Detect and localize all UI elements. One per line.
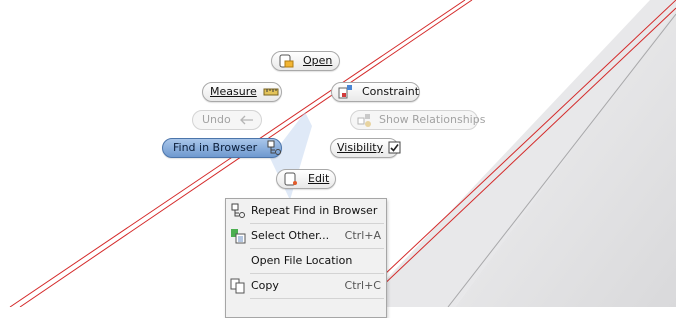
browser-find-icon [266,140,282,156]
open-file-icon [278,53,294,69]
open-label: Open [303,54,333,67]
relationships-icon [357,112,373,128]
constraint-label: Constraint [362,85,420,98]
menu-item-copy[interactable]: Copy Ctrl+C [226,274,386,298]
find-in-browser-label: Find in Browser [173,139,257,157]
menu-separator [250,298,384,299]
undo-arrow-icon [239,112,255,128]
menu-item-label: Select Other... [251,229,330,242]
context-menu: Repeat Find in Browser Select Other... C… [225,198,387,318]
menu-item-label: Repeat Find in Browser [251,204,378,217]
edit-label: Edit [308,172,330,185]
measure-button[interactable]: Measure [202,82,282,102]
ruler-icon [263,84,279,100]
constraint-button[interactable]: Constraint [331,82,420,102]
browser-find-icon [230,203,246,219]
find-in-browser-button[interactable]: Find in Browser [162,138,282,158]
open-button[interactable]: Open [271,51,340,71]
find-in-browser-text: Find in Browser [173,141,258,154]
checkbox-icon [388,140,402,156]
visibility-button[interactable]: Visibility [330,138,402,158]
edit-icon [283,171,299,187]
menu-item-shortcut: Ctrl+A [344,229,381,242]
menu-item-repeat-find-in-browser[interactable]: Repeat Find in Browser [226,199,386,223]
show-relationships-label: Show Relationships [379,113,486,126]
menu-item-label: Copy [251,279,279,292]
copy-icon [230,278,246,294]
edit-button[interactable]: Edit [276,169,336,189]
constraint-icon [338,84,354,100]
visibility-label: Visibility [337,141,384,154]
select-other-icon [230,228,246,244]
show-relationships-button[interactable]: Show Relationships [350,110,485,130]
menu-item-open-file-location[interactable]: Open File Location [226,249,386,273]
menu-item-select-other[interactable]: Select Other... Ctrl+A [226,224,386,248]
measure-label: Measure [210,85,257,98]
undo-label: Undo [202,113,231,126]
menu-item-shortcut: Ctrl+C [344,279,381,292]
menu-item-label: Open File Location [251,254,353,267]
undo-button[interactable]: Undo [192,110,262,130]
